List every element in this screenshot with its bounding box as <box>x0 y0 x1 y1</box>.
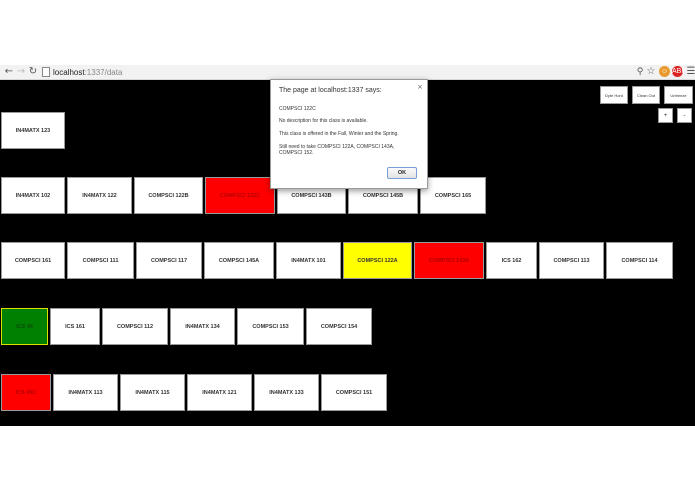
dialog-description: No description for this class is availab… <box>279 118 368 124</box>
clean-out-button[interactable]: Clean Out <box>632 86 660 104</box>
page-icon <box>42 67 50 77</box>
course-tile[interactable]: COMPSCI 143A <box>414 242 484 279</box>
forward-icon[interactable]: → <box>15 66 27 78</box>
adblock-icon[interactable]: ABP <box>672 66 686 77</box>
dialog-course: COMPSCI 122C <box>279 106 316 112</box>
course-tile[interactable]: COMPSCI 122C <box>205 177 275 214</box>
ok-button[interactable]: OK <box>387 167 417 179</box>
alert-dialog: The page at localhost:1337 says: × COMPS… <box>270 79 428 189</box>
course-tile[interactable]: IN4MATX 133 <box>254 374 319 411</box>
course-tile[interactable]: IN4MATX 122 <box>67 177 132 214</box>
close-icon[interactable]: × <box>417 83 423 91</box>
course-tile[interactable]: COMPSCI 122B <box>134 177 203 214</box>
course-tile[interactable]: ICS 45C <box>1 374 51 411</box>
back-icon[interactable]: ← <box>3 66 15 78</box>
course-tile[interactable]: IN4MATX 115 <box>120 374 185 411</box>
course-tile[interactable]: COMPSCI 151 <box>321 374 387 411</box>
dialog-prereq: Still need to take COMPSCI 122A, COMPSCI… <box>279 144 395 156</box>
course-tile[interactable]: COMPSCI 154 <box>306 308 372 345</box>
url-text: localhost:1337/data <box>53 68 123 77</box>
course-tile[interactable]: COMPSCI 113 <box>539 242 604 279</box>
course-tile[interactable]: ICS 162 <box>486 242 537 279</box>
screen: ← → ↻ localhost:1337/data ⚲ ☆ ☺ ABP ☰ Dy… <box>0 0 695 494</box>
course-tile[interactable]: COMPSCI 111 <box>67 242 134 279</box>
course-tile[interactable]: COMPSCI 153 <box>237 308 304 345</box>
course-tile[interactable]: IN4MATX 102 <box>1 177 65 214</box>
course-tile[interactable]: COMPSCI 165 <box>420 177 486 214</box>
course-tile[interactable]: IN4MATX 121 <box>187 374 252 411</box>
dialog-offered: This class is offered in the Fall, Winte… <box>279 131 399 137</box>
zoom-in-button[interactable]: + <box>658 108 673 123</box>
menu-icon[interactable]: ☰ <box>685 66 695 78</box>
reload-icon[interactable]: ↻ <box>27 66 39 78</box>
course-tile[interactable]: IN4MATX 134 <box>170 308 235 345</box>
dyte-hord-button[interactable]: Dyte Hord <box>600 86 628 104</box>
star-icon[interactable]: ☆ <box>645 66 657 78</box>
course-tile[interactable]: COMPSCI 117 <box>136 242 202 279</box>
course-tile[interactable]: COMPSCI 114 <box>606 242 673 279</box>
dialog-title: The page at localhost:1337 says: <box>279 87 382 94</box>
course-tile[interactable]: COMPSCI 122A <box>343 242 412 279</box>
address-bar[interactable]: localhost:1337/data <box>40 66 685 79</box>
extension-icon[interactable]: ☺ <box>659 66 670 77</box>
zoom-out-button[interactable]: - <box>677 108 692 123</box>
unfreeze-button[interactable]: Unfreeze <box>664 86 693 104</box>
course-tile[interactable]: ICS 46 <box>1 308 48 345</box>
course-tile[interactable]: IN4MATX 101 <box>276 242 341 279</box>
course-tile[interactable]: COMPSCI 145A <box>204 242 274 279</box>
course-tile[interactable]: ICS 161 <box>50 308 100 345</box>
course-tile[interactable]: COMPSCI 161 <box>1 242 65 279</box>
course-tile[interactable]: IN4MATX 123 <box>1 112 65 149</box>
course-tile[interactable]: IN4MATX 113 <box>53 374 118 411</box>
browser-toolbar: ← → ↻ localhost:1337/data ⚲ ☆ ☺ ABP ☰ <box>0 65 695 80</box>
course-tile[interactable]: COMPSCI 112 <box>102 308 168 345</box>
